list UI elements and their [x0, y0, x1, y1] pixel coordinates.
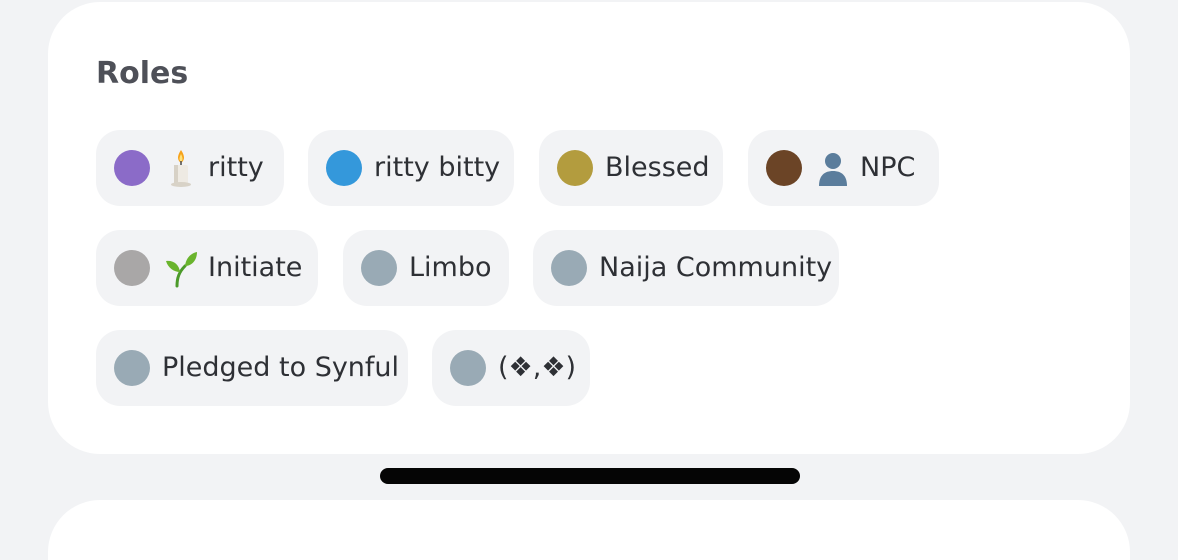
- role-chip-ritty-bitty[interactable]: ritty bitty: [308, 130, 514, 206]
- role-name: Pledged to Synful: [162, 352, 400, 383]
- role-color-dot: [326, 150, 362, 186]
- role-color-dot: [766, 150, 802, 186]
- role-color-dot: [361, 250, 397, 286]
- role-name: Limbo: [409, 252, 492, 283]
- role-color-dot: [114, 250, 150, 286]
- role-chip-naija-community[interactable]: Naija Community: [533, 230, 839, 306]
- role-chip-initiate[interactable]: Initiate: [96, 230, 318, 306]
- roles-card: Roles ritty ritty bitty Blessed NPC Init…: [48, 2, 1130, 454]
- role-name: (❖,❖): [498, 352, 577, 383]
- role-name: Blessed: [605, 152, 710, 183]
- role-name: ritty bitty: [374, 152, 501, 183]
- role-name: Initiate: [208, 252, 303, 283]
- role-color-dot: [114, 350, 150, 386]
- role-name: Naija Community: [599, 252, 833, 283]
- role-name: ritty: [208, 152, 264, 183]
- role-color-dot: [557, 150, 593, 186]
- candle-icon: [164, 148, 198, 188]
- section-title: Roles: [96, 56, 189, 91]
- role-name: NPC: [860, 152, 916, 183]
- role-chip-symbols[interactable]: (❖,❖): [432, 330, 590, 406]
- next-card-edge: [48, 500, 1130, 560]
- role-chip-blessed[interactable]: Blessed: [539, 130, 723, 206]
- bust-in-silhouette-icon: [816, 148, 850, 188]
- role-chip-pledged-to-synful[interactable]: Pledged to Synful: [96, 330, 408, 406]
- role-color-dot: [114, 150, 150, 186]
- role-chip-npc[interactable]: NPC: [748, 130, 939, 206]
- role-chip-limbo[interactable]: Limbo: [343, 230, 509, 306]
- home-indicator[interactable]: [380, 468, 800, 484]
- role-color-dot: [551, 250, 587, 286]
- seedling-icon: [164, 248, 198, 288]
- role-color-dot: [450, 350, 486, 386]
- role-chip-ritty[interactable]: ritty: [96, 130, 284, 206]
